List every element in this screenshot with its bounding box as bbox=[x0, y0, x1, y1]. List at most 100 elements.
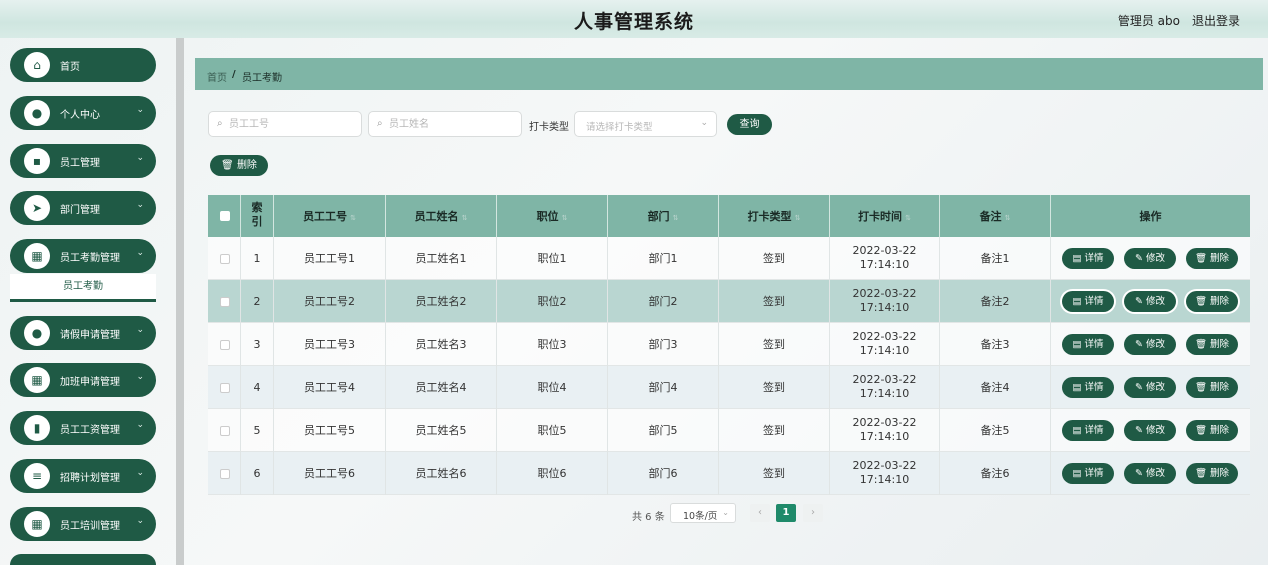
edit-button[interactable]: ✎ 修改 bbox=[1124, 463, 1176, 484]
sort-icon[interactable]: ⇅ bbox=[462, 214, 468, 222]
grid-icon: ▦ bbox=[24, 367, 50, 393]
cell-department: 部门3 bbox=[608, 323, 719, 366]
edit-button[interactable]: ✎ 修改 bbox=[1124, 377, 1176, 398]
table-row[interactable]: 2 员工工号2 员工姓名2 职位2 部门2 签到 2022-03-22 17:14:10 备注… bbox=[208, 280, 1250, 323]
sidebar-scrollbar[interactable] bbox=[176, 38, 184, 565]
trash-icon: 🗑 bbox=[221, 160, 234, 171]
header-emp-no[interactable]: 员工工号 ⇅ bbox=[274, 195, 386, 237]
cell-punch-time: 2022-03-22 17:14:10 bbox=[830, 366, 940, 409]
search-icon: ⌕ bbox=[377, 118, 383, 129]
cell-index: 3 bbox=[241, 323, 274, 366]
header-index: 索引 bbox=[241, 195, 274, 237]
punch-type-select[interactable]: 请选择打卡类型 ⌄ bbox=[574, 111, 717, 137]
trash-icon: 🗑 bbox=[1194, 425, 1211, 436]
top-bar: 人事管理系统 管理员 abo 退出登录 bbox=[0, 0, 1268, 38]
emp-name-search[interactable]: ⌕ bbox=[368, 111, 522, 137]
table-row[interactable]: 4 员工工号4 员工姓名4 职位4 部门4 签到 2022-03-22 17:14:10 备注… bbox=[208, 366, 1250, 409]
sidebar-item-attendance[interactable]: ▦ 员工考勤管理 ⌄ bbox=[10, 239, 156, 273]
row-checkbox[interactable] bbox=[220, 426, 230, 436]
page-number-current[interactable]: 1 bbox=[776, 504, 796, 522]
detail-button[interactable]: ▤ 详情 bbox=[1062, 377, 1114, 398]
sidebar-item-training[interactable]: ▦ 员工培训管理 ⌄ bbox=[10, 507, 156, 541]
delete-button[interactable]: 🗑 删除 bbox=[1186, 463, 1238, 484]
edit-button[interactable]: ✎ 修改 bbox=[1124, 334, 1176, 355]
sort-icon[interactable]: ⇅ bbox=[795, 214, 801, 222]
sort-icon[interactable]: ⇅ bbox=[562, 214, 568, 222]
row-checkbox[interactable] bbox=[220, 383, 230, 393]
header-note[interactable]: 备注 ⇅ bbox=[940, 195, 1051, 237]
row-checkbox[interactable] bbox=[220, 469, 230, 479]
grid-icon: ▦ bbox=[24, 511, 50, 537]
header-department[interactable]: 部门 ⇅ bbox=[608, 195, 719, 237]
sort-icon[interactable]: ⇅ bbox=[350, 214, 356, 222]
cell-punch-time: 2022-03-22 17:14:10 bbox=[830, 280, 940, 323]
sort-icon[interactable]: ⇅ bbox=[673, 214, 679, 222]
logout-link[interactable]: 退出登录 bbox=[1192, 12, 1240, 29]
batch-delete-button[interactable]: 🗑 删除 bbox=[210, 155, 268, 176]
cell-index: 5 bbox=[241, 409, 274, 452]
cell-emp-no: 员工工号4 bbox=[274, 366, 386, 409]
sidebar-subitem-attendance[interactable]: 员工考勤 bbox=[10, 274, 156, 302]
sidebar-item-profile[interactable]: ● 个人中心 ⌄ bbox=[10, 96, 156, 130]
row-checkbox[interactable] bbox=[220, 340, 230, 350]
select-all-checkbox[interactable] bbox=[220, 211, 230, 221]
delete-button[interactable]: 🗑 删除 bbox=[1186, 377, 1238, 398]
document-icon: ▤ bbox=[1072, 253, 1085, 264]
sidebar-item-recruit[interactable]: ≡ 招聘计划管理 ⌄ bbox=[10, 459, 156, 493]
table-header: 索引 员工工号 ⇅ 员工姓名 ⇅ 职位 ⇅ 部门 ⇅ 打卡类型 ⇅ 打卡时间 ⇅ 备注 ⇅ 操… bbox=[208, 195, 1250, 237]
edit-button[interactable]: ✎ 修改 bbox=[1124, 291, 1176, 312]
table-row[interactable]: 6 员工工号6 员工姓名6 职位6 部门6 签到 2022-03-22 17:14:10 备注… bbox=[208, 452, 1250, 495]
table-row[interactable]: 5 员工工号5 员工姓名5 职位5 部门5 签到 2022-03-22 17:14:10 备注… bbox=[208, 409, 1250, 452]
detail-button[interactable]: ▤ 详情 bbox=[1062, 463, 1114, 484]
prev-page-button[interactable]: ‹ bbox=[750, 504, 770, 522]
delete-button-label: 删除 bbox=[1210, 296, 1230, 307]
detail-button-label: 详情 bbox=[1084, 339, 1104, 350]
query-button[interactable]: 查询 bbox=[727, 114, 772, 135]
emp-name-input[interactable] bbox=[389, 116, 514, 133]
emp-no-input[interactable] bbox=[229, 116, 354, 133]
delete-button[interactable]: 🗑 删除 bbox=[1186, 334, 1238, 355]
sidebar-item-overtime[interactable]: ▦ 加班申请管理 ⌄ bbox=[10, 363, 156, 397]
sidebar-item-employees[interactable]: ▪ 员工管理 ⌄ bbox=[10, 144, 156, 178]
breadcrumb-home[interactable]: 首页 bbox=[207, 69, 227, 84]
cell-index: 2 bbox=[241, 280, 274, 323]
sidebar-item-label: 首页 bbox=[60, 62, 80, 73]
header-punch-type[interactable]: 打卡类型 ⇅ bbox=[719, 195, 830, 237]
delete-button[interactable]: 🗑 删除 bbox=[1186, 248, 1238, 269]
detail-button[interactable]: ▤ 详情 bbox=[1062, 248, 1114, 269]
sidebar-item-leave[interactable]: ● 请假申请管理 ⌄ bbox=[10, 316, 156, 350]
edit-button[interactable]: ✎ 修改 bbox=[1124, 248, 1176, 269]
sort-icon[interactable]: ⇅ bbox=[1005, 214, 1011, 222]
delete-button-label: 删除 bbox=[1210, 382, 1230, 393]
grid-icon: ▦ bbox=[24, 243, 50, 269]
chevron-down-icon: ⌄ bbox=[136, 248, 144, 258]
header-emp-name[interactable]: 员工姓名 ⇅ bbox=[386, 195, 497, 237]
delete-button-label: 删除 bbox=[1210, 425, 1230, 436]
cell-position: 职位1 bbox=[497, 237, 608, 280]
delete-button[interactable]: 🗑 删除 bbox=[1186, 420, 1238, 441]
row-checkbox[interactable] bbox=[220, 254, 230, 264]
table-row[interactable]: 1 员工工号1 员工姓名1 职位1 部门1 签到 2022-03-22 17:14:10 备注… bbox=[208, 237, 1250, 280]
detail-button[interactable]: ▤ 详情 bbox=[1062, 334, 1114, 355]
header-position[interactable]: 职位 ⇅ bbox=[497, 195, 608, 237]
row-checkbox[interactable] bbox=[220, 297, 230, 307]
document-icon: ▤ bbox=[1072, 339, 1085, 350]
sidebar-item-salary[interactable]: ▮ 员工工资管理 ⌄ bbox=[10, 411, 156, 445]
trash-icon: 🗑 bbox=[1194, 382, 1211, 393]
header-punch-time[interactable]: 打卡时间 ⇅ bbox=[830, 195, 940, 237]
next-page-button[interactable]: › bbox=[803, 504, 823, 522]
table-row[interactable]: 3 员工工号3 员工姓名3 职位3 部门3 签到 2022-03-22 17:14:10 备注… bbox=[208, 323, 1250, 366]
emp-no-search[interactable]: ⌕ bbox=[208, 111, 362, 137]
detail-button[interactable]: ▤ 详情 bbox=[1062, 291, 1114, 312]
sidebar-item-departments[interactable]: ➤ 部门管理 ⌄ bbox=[10, 191, 156, 225]
search-icon: ⌕ bbox=[217, 118, 223, 129]
detail-button[interactable]: ▤ 详情 bbox=[1062, 420, 1114, 441]
detail-button-label: 详情 bbox=[1084, 296, 1104, 307]
edit-button[interactable]: ✎ 修改 bbox=[1124, 420, 1176, 441]
cell-position: 职位4 bbox=[497, 366, 608, 409]
delete-button[interactable]: 🗑 删除 bbox=[1186, 291, 1238, 312]
page-size-select[interactable]: 10条/页 ⌄ bbox=[670, 503, 736, 523]
sidebar-item-home[interactable]: ⌂ 首页 bbox=[10, 48, 156, 82]
sort-icon[interactable]: ⇅ bbox=[905, 214, 911, 222]
sidebar-item-more[interactable] bbox=[10, 554, 156, 565]
